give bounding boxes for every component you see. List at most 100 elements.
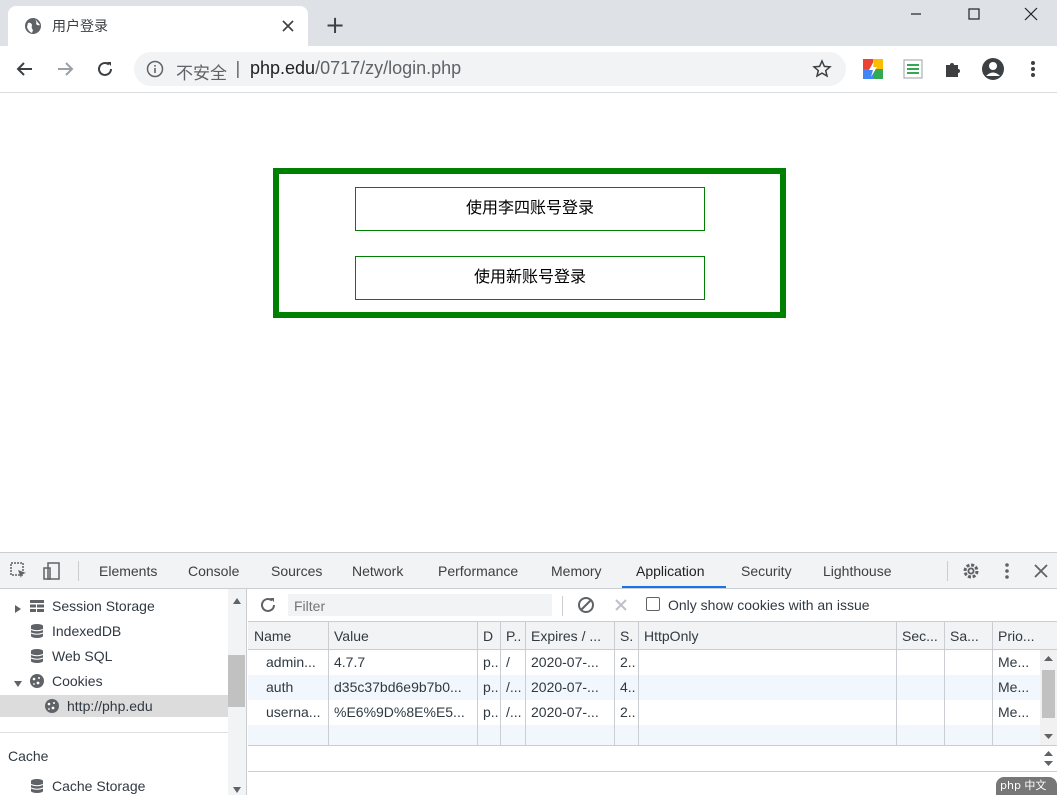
cookie-expires: 2020-07-... [531, 704, 599, 720]
column-header-size[interactable]: S. [620, 628, 636, 644]
devtools-menu-icon[interactable] [997, 561, 1017, 581]
column-header-secure[interactable]: Sec... [902, 628, 944, 644]
table-row[interactable]: userna... %E6%9D%8E%E5... p.. /... 2020-… [248, 700, 1040, 725]
tab-sources[interactable]: Sources [271, 563, 322, 579]
extensions-puzzle-icon[interactable] [939, 55, 967, 83]
cookie-icon [29, 673, 45, 689]
delete-selected-icon[interactable] [612, 596, 630, 614]
column-divider[interactable] [500, 622, 501, 745]
column-divider[interactable] [614, 622, 615, 745]
tab-network[interactable]: Network [352, 563, 403, 579]
table-row[interactable]: auth d35c37bd6e9b7b0... p.. /... 2020-07… [248, 675, 1040, 700]
back-arrow-icon[interactable] [11, 55, 39, 83]
sidebar-item-cache-storage[interactable]: Cache Storage [0, 775, 228, 795]
column-header-path[interactable]: P.. [506, 628, 524, 644]
sidebar-item-cookies[interactable]: Cookies [0, 670, 228, 692]
new-tab-button[interactable]: + [322, 12, 348, 38]
profile-avatar-icon[interactable] [979, 55, 1007, 83]
column-divider[interactable] [992, 622, 993, 745]
refresh-icon[interactable] [259, 596, 277, 614]
column-divider[interactable] [525, 622, 526, 745]
settings-gear-icon[interactable] [961, 561, 981, 581]
column-header-samesite[interactable]: Sa... [950, 628, 992, 644]
cookie-preview-divider[interactable] [248, 771, 1057, 772]
cookie-toolbar: Only show cookies with an issue [248, 589, 1057, 622]
column-header-expires[interactable]: Expires / ... [531, 628, 616, 644]
extension-sheet-icon[interactable] [899, 55, 927, 83]
cookie-filter-input[interactable] [288, 594, 552, 616]
login-lisi-button[interactable]: 使用李四账号登录 [355, 187, 705, 231]
tab-elements[interactable]: Elements [99, 563, 157, 579]
column-divider[interactable] [638, 622, 639, 745]
tab-memory[interactable]: Memory [551, 563, 602, 579]
reload-icon[interactable] [91, 55, 119, 83]
cookie-value: d35c37bd6e9b7b0... [334, 679, 462, 695]
browser-menu-icon[interactable] [1019, 55, 1047, 83]
clear-all-icon[interactable] [577, 596, 595, 614]
sidebar-scroll-thumb[interactable] [228, 655, 245, 707]
only-issues-checkbox[interactable] [646, 597, 660, 611]
maximize-icon[interactable] [951, 0, 997, 28]
browser-toolbar: 不安全 | php.edu/0717/zy/login.php [0, 46, 1057, 93]
sidebar-item-label: Web SQL [52, 648, 113, 664]
tab-security[interactable]: Security [741, 563, 792, 579]
cookie-priority: Me... [998, 679, 1030, 695]
column-header-domain[interactable]: D [483, 628, 501, 644]
cookie-path: / [506, 654, 510, 670]
cookie-value: %E6%9D%8E%E5... [334, 704, 465, 720]
address-bar[interactable]: 不安全 | php.edu/0717/zy/login.php [134, 52, 846, 86]
column-header-priority[interactable]: Prio... [998, 628, 1040, 644]
column-divider[interactable] [328, 622, 329, 745]
cookie-domain: p.. [483, 679, 499, 695]
preview-scroll-icon[interactable] [1040, 746, 1057, 771]
cookie-path: /... [506, 704, 522, 720]
bookmark-star-icon[interactable] [812, 59, 832, 79]
close-devtools-icon[interactable] [1031, 561, 1051, 581]
extension-colorful-icon[interactable] [859, 55, 887, 83]
table-row[interactable]: admin... 4.7.7 p.. / 2020-07-... 2.. Me.… [248, 650, 1040, 675]
sidebar-item-indexeddb[interactable]: IndexedDB [0, 620, 228, 642]
cookie-name: userna... [266, 704, 321, 720]
close-tab-icon[interactable] [278, 16, 298, 36]
tab-performance[interactable]: Performance [438, 563, 518, 579]
cookie-name: admin... [266, 654, 316, 670]
application-sidebar: Session Storage IndexedDB Web SQL Cookie… [0, 589, 247, 795]
tabbar-divider-right [947, 561, 948, 581]
tab-application[interactable]: Application [636, 563, 705, 579]
forward-arrow-icon[interactable] [51, 55, 79, 83]
info-icon[interactable] [146, 60, 164, 78]
page-viewport: 使用李四账号登录 使用新账号登录 [0, 94, 1057, 552]
inspect-element-icon[interactable] [9, 561, 29, 581]
cookie-path: /... [506, 679, 522, 695]
tab-lighthouse[interactable]: Lighthouse [823, 563, 892, 579]
sidebar-item-web-sql[interactable]: Web SQL [0, 645, 228, 667]
column-divider[interactable] [944, 622, 945, 745]
minimize-icon[interactable] [893, 0, 939, 28]
url-path: /0717/zy/login.php [315, 58, 462, 78]
toolbar-divider [562, 596, 563, 616]
column-header-value[interactable]: Value [334, 628, 476, 644]
window-close-icon[interactable] [1008, 0, 1054, 28]
security-separator: | [235, 59, 241, 79]
login-new-account-button[interactable]: 使用新账号登录 [355, 256, 705, 300]
expand-arrow-icon[interactable] [13, 601, 23, 613]
device-toolbar-icon[interactable] [42, 561, 62, 581]
table-scroll-thumb[interactable] [1042, 670, 1055, 718]
column-divider[interactable] [896, 622, 897, 745]
url-host: php.edu [250, 58, 316, 78]
globe-icon [24, 17, 42, 35]
sidebar-item-label: Cache Storage [52, 778, 146, 794]
sidebar-divider [0, 732, 228, 733]
tab-console[interactable]: Console [188, 563, 239, 579]
sidebar-item-cookie-origin[interactable]: http://php.edu [0, 695, 228, 717]
collapse-arrow-icon[interactable] [13, 676, 23, 687]
browser-tab[interactable]: 用户登录 [8, 6, 308, 46]
column-header-name[interactable]: Name [254, 628, 326, 644]
column-header-httponly[interactable]: HttpOnly [644, 628, 894, 644]
sidebar-section-cache: Cache [0, 745, 228, 767]
cookie-domain: p.. [483, 704, 499, 720]
sidebar-item-session-storage[interactable]: Session Storage [0, 595, 228, 617]
column-divider[interactable] [477, 622, 478, 745]
sidebar-item-label: Session Storage [52, 598, 155, 614]
url-text[interactable]: php.edu/0717/zy/login.php [250, 58, 461, 79]
